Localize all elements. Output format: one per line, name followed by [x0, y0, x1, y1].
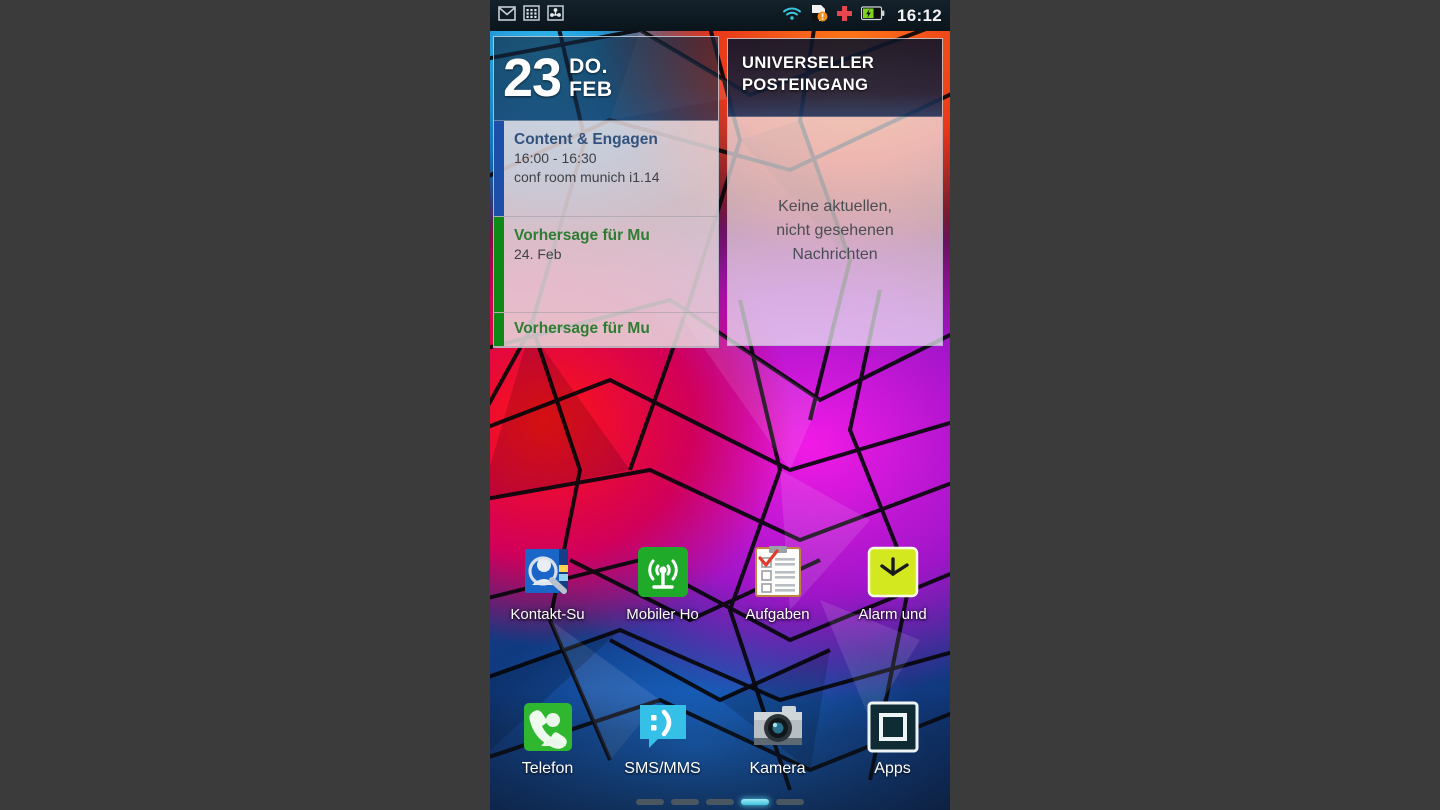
- app-label: Kontakt-Su: [510, 606, 585, 623]
- event-body: Vorhersage für Mu: [504, 313, 656, 346]
- message-bubble-icon: [634, 698, 692, 756]
- app-label: Aufgaben: [745, 606, 810, 623]
- page-dot[interactable]: [706, 799, 734, 805]
- calendar-event-row[interactable]: Vorhersage für Mu 24. Feb: [494, 217, 718, 313]
- phone-icon: [519, 698, 577, 756]
- calendar-event-list[interactable]: Content & Engagen 16:00 - 16:30 conf roo…: [494, 121, 718, 347]
- inbox-widget-body[interactable]: Keine aktuellen, nicht gesehenen Nachric…: [728, 117, 942, 345]
- calendar-event-row[interactable]: Content & Engagen 16:00 - 16:30 conf roo…: [494, 121, 718, 217]
- contact-search-icon: [519, 543, 577, 601]
- sync-icon: [547, 5, 564, 26]
- dock-label: Kamera: [749, 760, 806, 777]
- page-dot[interactable]: [776, 799, 804, 805]
- calendar-day-number: 23: [503, 47, 562, 108]
- page-dot[interactable]: [671, 799, 699, 805]
- gmail-icon: [498, 5, 516, 26]
- event-date: 24. Feb: [514, 246, 562, 263]
- dock-label: SMS/MMS: [624, 760, 701, 777]
- inbox-widget-title: UNIVERSELLER POSTEINGANG: [742, 54, 875, 94]
- calendar-grid-icon: [523, 5, 540, 26]
- event-title: Vorhersage für Mu: [514, 320, 650, 337]
- app-shortcut-kontakt-suche[interactable]: Kontakt-Su: [490, 543, 605, 633]
- dock-label: Telefon: [521, 760, 574, 777]
- dock-shortcut-apps[interactable]: Apps: [835, 698, 950, 790]
- mobile-hotspot-icon: [634, 543, 692, 601]
- status-bar-left-icons: [498, 5, 564, 26]
- event-time: 16:00 - 16:30: [514, 150, 597, 167]
- dock-shortcut-telefon[interactable]: Telefon: [490, 698, 605, 790]
- home-screen-app-row: Kontakt-Su Mobiler Ho Aufgaben Alarm und: [490, 543, 950, 633]
- app-shortcut-aufgaben[interactable]: Aufgaben: [720, 543, 835, 633]
- status-bar-right-icons: 16:12: [782, 4, 942, 27]
- event-color-bar: [494, 217, 504, 312]
- dock-bar: Telefon SMS/MMS Kamera Apps: [490, 690, 950, 810]
- event-title: Vorhersage für Mu: [514, 227, 650, 244]
- calendar-day-of-week: DO.: [569, 55, 608, 79]
- alarm-clock-icon: [864, 543, 922, 601]
- phone-screen: 16:12 23 DO. FEB Content & Engagen 16:00…: [490, 0, 950, 810]
- dock-label: Apps: [874, 760, 911, 777]
- screenshot-stage: 16:12 23 DO. FEB Content & Engagen 16:00…: [0, 0, 1440, 810]
- sd-card-warning-icon: [810, 4, 828, 27]
- dock-shortcut-sms-mms[interactable]: SMS/MMS: [605, 698, 720, 790]
- app-drawer-icon: [864, 698, 922, 756]
- page-dot-active[interactable]: [741, 799, 769, 805]
- calendar-month: FEB: [569, 77, 613, 101]
- event-title: Content & Engagen: [514, 131, 658, 148]
- inbox-empty-message: Keine aktuellen, nicht gesehenen Nachric…: [776, 198, 894, 263]
- status-bar-clock: 16:12: [897, 6, 942, 25]
- widget-area: 23 DO. FEB Content & Engagen 16:00 - 16:…: [490, 36, 950, 348]
- calendar-day-month: DO. FEB: [569, 55, 613, 101]
- app-shortcut-mobiler-hotspot[interactable]: Mobiler Ho: [605, 543, 720, 633]
- dock-shortcut-kamera[interactable]: Kamera: [720, 698, 835, 790]
- dock-app-row: Telefon SMS/MMS Kamera Apps: [490, 698, 950, 790]
- calendar-widget[interactable]: 23 DO. FEB Content & Engagen 16:00 - 16:…: [493, 36, 719, 348]
- wifi-icon: [782, 6, 802, 26]
- camera-icon: [749, 698, 807, 756]
- universal-inbox-widget[interactable]: UNIVERSELLER POSTEINGANG Keine aktuellen…: [727, 38, 943, 346]
- event-body: Vorhersage für Mu 24. Feb: [504, 217, 656, 312]
- calendar-widget-header[interactable]: 23 DO. FEB: [494, 37, 718, 121]
- battery-charging-icon: [860, 5, 885, 26]
- inbox-widget-header[interactable]: UNIVERSELLER POSTEINGANG: [728, 39, 942, 117]
- page-indicator[interactable]: [490, 799, 950, 805]
- status-bar[interactable]: 16:12: [490, 0, 950, 31]
- event-location: conf room munich i1.14: [514, 169, 660, 186]
- page-dot[interactable]: [636, 799, 664, 805]
- red-cross-icon: [836, 5, 853, 27]
- calendar-event-row[interactable]: Vorhersage für Mu: [494, 313, 718, 347]
- event-color-bar: [494, 121, 504, 216]
- app-label: Mobiler Ho: [626, 606, 699, 623]
- app-label: Alarm und: [858, 606, 927, 623]
- event-color-bar: [494, 313, 504, 346]
- tasks-clipboard-icon: [749, 543, 807, 601]
- event-body: Content & Engagen 16:00 - 16:30 conf roo…: [504, 121, 666, 216]
- app-shortcut-alarm-und-uhr[interactable]: Alarm und: [835, 543, 950, 633]
